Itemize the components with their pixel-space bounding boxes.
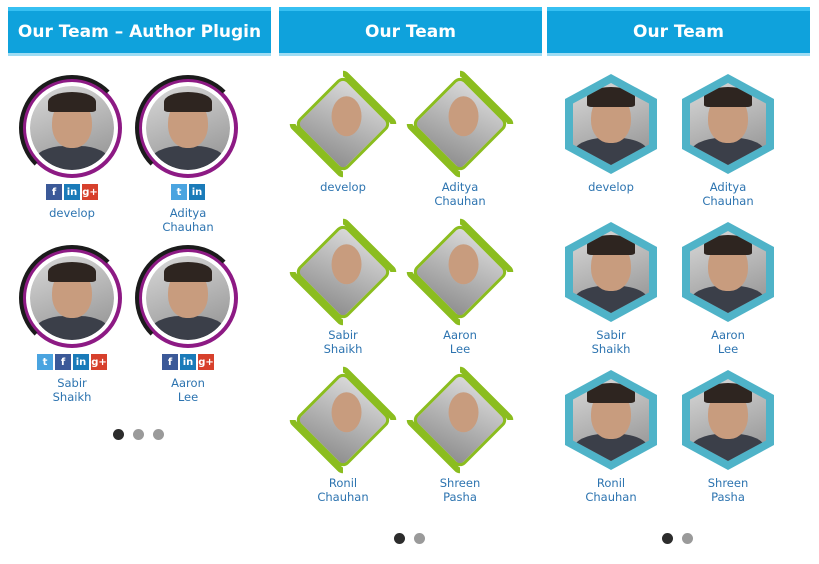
team-widget-author-plugin: Our Team – Author Plugin [8, 7, 271, 53]
member-name-link[interactable]: Aditya Chauhan [128, 206, 248, 234]
member-name-link[interactable]: Aditya Chauhan [400, 180, 520, 208]
team-member-card: develop [551, 74, 671, 194]
team-member-card: Shreen Pasha [668, 370, 788, 504]
twitter-icon[interactable]: t [171, 184, 187, 200]
member-name-link[interactable]: Sabir Shaikh [283, 328, 403, 356]
member-photo[interactable] [678, 74, 778, 174]
member-name-link[interactable]: Sabir Shaikh [12, 376, 132, 404]
member-photo[interactable] [286, 215, 400, 329]
linkedin-icon[interactable]: in [64, 184, 80, 200]
carousel-pagination [113, 429, 164, 440]
member-name-link[interactable]: Ronil Chauhan [551, 476, 671, 504]
widget-title: Our Team [279, 7, 542, 53]
member-photo[interactable] [561, 222, 661, 322]
member-name-link[interactable]: Aditya Chauhan [668, 180, 788, 208]
googleplus-icon[interactable]: g+ [82, 184, 98, 200]
pagination-dot[interactable] [662, 533, 673, 544]
team-member-card: t f in g+ Sabir Shaikh [12, 245, 132, 404]
social-links: t f in g+ [12, 354, 132, 370]
member-photo[interactable] [403, 363, 517, 477]
carousel-pagination [394, 533, 425, 544]
member-photo[interactable] [19, 245, 125, 351]
team-member-card: Aditya Chauhan [668, 74, 788, 208]
pagination-dot[interactable] [394, 533, 405, 544]
widget-title: Our Team [547, 7, 810, 53]
team-widget-hexagon: Our Team [547, 7, 810, 53]
team-member-card: Sabir Shaikh [283, 215, 403, 356]
avatar [410, 222, 510, 322]
team-member-card: Aaron Lee [668, 222, 788, 356]
pagination-dot[interactable] [414, 533, 425, 544]
facebook-icon[interactable]: f [46, 184, 62, 200]
linkedin-icon[interactable]: in [180, 354, 196, 370]
avatar [293, 370, 393, 470]
linkedin-icon[interactable]: in [73, 354, 89, 370]
pagination-dot[interactable] [113, 429, 124, 440]
member-name-link[interactable]: develop [283, 180, 403, 194]
member-name-link[interactable]: Aaron Lee [400, 328, 520, 356]
member-photo[interactable] [286, 67, 400, 181]
avatar [410, 370, 510, 470]
googleplus-icon[interactable]: g+ [91, 354, 107, 370]
member-photo[interactable] [403, 215, 517, 329]
social-links: f in g+ [128, 354, 248, 370]
team-member-card: f in g+ Aaron Lee [128, 245, 248, 404]
pagination-dot[interactable] [682, 533, 693, 544]
avatar [293, 74, 393, 174]
avatar [293, 222, 393, 322]
member-photo[interactable] [19, 75, 125, 181]
team-member-card: Shreen Pasha [400, 363, 520, 504]
member-name-link[interactable]: Aaron Lee [668, 328, 788, 356]
member-name-link[interactable]: develop [551, 180, 671, 194]
widget-title: Our Team – Author Plugin [8, 7, 271, 53]
pagination-dot[interactable] [133, 429, 144, 440]
linkedin-icon[interactable]: in [189, 184, 205, 200]
team-member-card: Sabir Shaikh [551, 222, 671, 356]
member-photo[interactable] [678, 222, 778, 322]
member-name-link[interactable]: Ronil Chauhan [283, 476, 403, 504]
social-links: f in g+ [12, 184, 132, 200]
member-name-link[interactable]: develop [12, 206, 132, 220]
member-photo[interactable] [135, 245, 241, 351]
pagination-dot[interactable] [153, 429, 164, 440]
team-member-card: Ronil Chauhan [551, 370, 671, 504]
member-photo[interactable] [678, 370, 778, 470]
twitter-icon[interactable]: t [37, 354, 53, 370]
member-name-link[interactable]: Shreen Pasha [400, 476, 520, 504]
member-photo[interactable] [561, 74, 661, 174]
team-member-card: f in g+ develop [12, 75, 132, 220]
googleplus-icon[interactable]: g+ [198, 354, 214, 370]
member-photo[interactable] [403, 67, 517, 181]
member-name-link[interactable]: Aaron Lee [128, 376, 248, 404]
team-member-card: Aaron Lee [400, 215, 520, 356]
carousel-pagination [662, 533, 693, 544]
member-photo[interactable] [286, 363, 400, 477]
member-name-link[interactable]: Shreen Pasha [668, 476, 788, 504]
team-member-card: develop [283, 67, 403, 194]
team-widget-diamond: Our Team [279, 7, 542, 53]
avatar [410, 74, 510, 174]
team-member-card: Ronil Chauhan [283, 363, 403, 504]
social-links: t in [128, 184, 248, 200]
member-photo[interactable] [135, 75, 241, 181]
team-member-card: t in Aditya Chauhan [128, 75, 248, 234]
member-name-link[interactable]: Sabir Shaikh [551, 328, 671, 356]
team-member-card: Aditya Chauhan [400, 67, 520, 208]
member-photo[interactable] [561, 370, 661, 470]
facebook-icon[interactable]: f [162, 354, 178, 370]
facebook-icon[interactable]: f [55, 354, 71, 370]
